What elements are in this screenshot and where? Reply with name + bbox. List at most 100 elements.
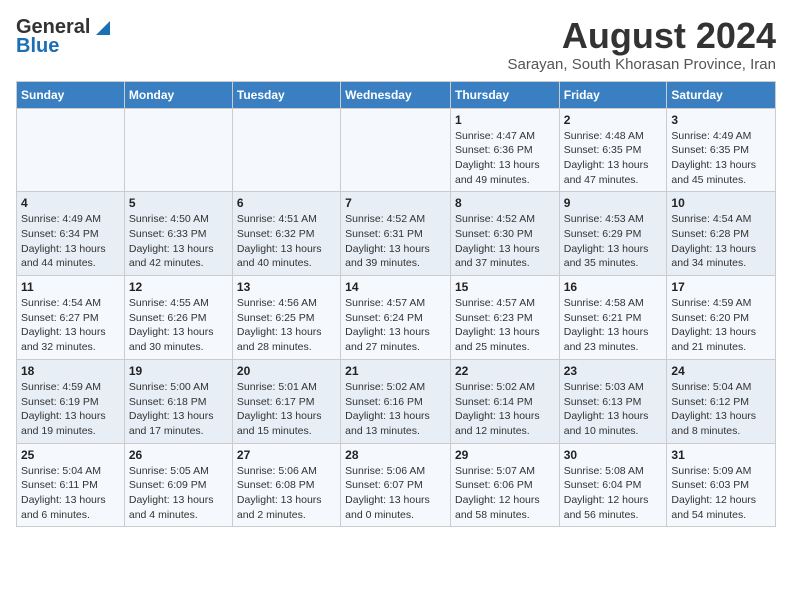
- calendar-cell: 8 Sunrise: 4:52 AM Sunset: 6:30 PM Daylig…: [450, 192, 559, 276]
- day-number: 3: [671, 113, 771, 127]
- calendar-cell: 7 Sunrise: 4:52 AM Sunset: 6:31 PM Daylig…: [341, 192, 451, 276]
- day-number: 31: [671, 448, 771, 462]
- day-detail: Sunrise: 5:00 AM Sunset: 6:18 PM Dayligh…: [129, 380, 228, 439]
- day-number: 17: [671, 280, 771, 294]
- logo-triangle-icon: [92, 19, 110, 37]
- calendar-cell: 28 Sunrise: 5:06 AM Sunset: 6:07 PM Dayli…: [341, 443, 451, 527]
- day-number: 23: [564, 364, 663, 378]
- day-detail: Sunrise: 4:58 AM Sunset: 6:21 PM Dayligh…: [564, 296, 663, 355]
- calendar-cell: 25 Sunrise: 5:04 AM Sunset: 6:11 PM Dayli…: [17, 443, 125, 527]
- day-number: 24: [671, 364, 771, 378]
- calendar-body: 1Sunrise: 4:47 AM Sunset: 6:36 PM Daylig…: [17, 108, 776, 527]
- calendar-cell: [17, 108, 125, 192]
- day-detail: Sunrise: 4:51 AM Sunset: 6:32 PM Dayligh…: [237, 212, 336, 271]
- calendar-table: SundayMondayTuesdayWednesdayThursdayFrid…: [16, 81, 776, 528]
- calendar-cell: 13 Sunrise: 4:56 AM Sunset: 6:25 PM Dayli…: [232, 276, 340, 360]
- calendar-cell: [341, 108, 451, 192]
- day-detail: Sunrise: 4:57 AM Sunset: 6:24 PM Dayligh…: [345, 296, 446, 355]
- day-detail: Sunrise: 4:49 AM Sunset: 6:34 PM Dayligh…: [21, 212, 120, 271]
- day-detail: Sunrise: 5:07 AM Sunset: 6:06 PM Dayligh…: [455, 464, 555, 523]
- calendar-subtitle: Sarayan, South Khorasan Province, Iran: [508, 56, 777, 73]
- calendar-title: August 2024: [508, 16, 777, 56]
- day-detail: Sunrise: 4:50 AM Sunset: 6:33 PM Dayligh…: [129, 212, 228, 271]
- calendar-cell: 12 Sunrise: 4:55 AM Sunset: 6:26 PM Dayli…: [124, 276, 232, 360]
- day-detail: Sunrise: 5:06 AM Sunset: 6:07 PM Dayligh…: [345, 464, 446, 523]
- calendar-cell: 30 Sunrise: 5:08 AM Sunset: 6:04 PM Dayli…: [559, 443, 667, 527]
- day-detail: Sunrise: 5:03 AM Sunset: 6:13 PM Dayligh…: [564, 380, 663, 439]
- calendar-cell: 3 Sunrise: 4:49 AM Sunset: 6:35 PM Daylig…: [667, 108, 776, 192]
- day-detail: Sunrise: 4:52 AM Sunset: 6:30 PM Dayligh…: [455, 212, 555, 271]
- calendar-cell: 14 Sunrise: 4:57 AM Sunset: 6:24 PM Dayli…: [341, 276, 451, 360]
- calendar-week-row: 18Sunrise: 4:59 AM Sunset: 6:19 PM Dayli…: [17, 359, 776, 443]
- day-number: 5: [129, 196, 228, 210]
- day-detail: Sunrise: 4:56 AM Sunset: 6:25 PM Dayligh…: [237, 296, 336, 355]
- day-number: 2: [564, 113, 663, 127]
- weekday-header-row: SundayMondayTuesdayWednesdayThursdayFrid…: [17, 81, 776, 108]
- day-number: 19: [129, 364, 228, 378]
- day-number: 27: [237, 448, 336, 462]
- day-detail: Sunrise: 4:49 AM Sunset: 6:35 PM Dayligh…: [671, 129, 771, 188]
- calendar-cell: 22 Sunrise: 5:02 AM Sunset: 6:14 PM Dayli…: [450, 359, 559, 443]
- day-detail: Sunrise: 5:02 AM Sunset: 6:14 PM Dayligh…: [455, 380, 555, 439]
- day-detail: Sunrise: 4:59 AM Sunset: 6:20 PM Dayligh…: [671, 296, 771, 355]
- day-detail: Sunrise: 5:09 AM Sunset: 6:03 PM Dayligh…: [671, 464, 771, 523]
- day-detail: Sunrise: 5:06 AM Sunset: 6:08 PM Dayligh…: [237, 464, 336, 523]
- day-number: 22: [455, 364, 555, 378]
- weekday-header-tuesday: Tuesday: [232, 81, 340, 108]
- logo: General Blue: [16, 16, 110, 58]
- day-number: 30: [564, 448, 663, 462]
- day-detail: Sunrise: 5:08 AM Sunset: 6:04 PM Dayligh…: [564, 464, 663, 523]
- calendar-cell: 26 Sunrise: 5:05 AM Sunset: 6:09 PM Dayli…: [124, 443, 232, 527]
- day-detail: Sunrise: 5:04 AM Sunset: 6:12 PM Dayligh…: [671, 380, 771, 439]
- day-number: 16: [564, 280, 663, 294]
- day-detail: Sunrise: 5:04 AM Sunset: 6:11 PM Dayligh…: [21, 464, 120, 523]
- calendar-cell: [124, 108, 232, 192]
- calendar-week-row: 11Sunrise: 4:54 AM Sunset: 6:27 PM Dayli…: [17, 276, 776, 360]
- logo-blue-text: Blue: [16, 35, 59, 58]
- day-detail: Sunrise: 5:05 AM Sunset: 6:09 PM Dayligh…: [129, 464, 228, 523]
- page-header: General Blue August 2024 Sarayan, South …: [16, 16, 776, 73]
- calendar-title-area: August 2024 Sarayan, South Khorasan Prov…: [508, 16, 777, 73]
- weekday-header-monday: Monday: [124, 81, 232, 108]
- weekday-header-friday: Friday: [559, 81, 667, 108]
- day-detail: Sunrise: 4:54 AM Sunset: 6:28 PM Dayligh…: [671, 212, 771, 271]
- calendar-cell: [232, 108, 340, 192]
- day-number: 8: [455, 196, 555, 210]
- day-number: 21: [345, 364, 446, 378]
- day-number: 6: [237, 196, 336, 210]
- calendar-cell: 17 Sunrise: 4:59 AM Sunset: 6:20 PM Dayli…: [667, 276, 776, 360]
- calendar-cell: 18Sunrise: 4:59 AM Sunset: 6:19 PM Dayli…: [17, 359, 125, 443]
- day-number: 28: [345, 448, 446, 462]
- day-number: 26: [129, 448, 228, 462]
- calendar-cell: 5 Sunrise: 4:50 AM Sunset: 6:33 PM Daylig…: [124, 192, 232, 276]
- calendar-cell: 21 Sunrise: 5:02 AM Sunset: 6:16 PM Dayli…: [341, 359, 451, 443]
- day-number: 15: [455, 280, 555, 294]
- day-detail: Sunrise: 4:47 AM Sunset: 6:36 PM Dayligh…: [455, 129, 555, 188]
- calendar-cell: 9Sunrise: 4:53 AM Sunset: 6:29 PM Daylig…: [559, 192, 667, 276]
- calendar-cell: 20Sunrise: 5:01 AM Sunset: 6:17 PM Dayli…: [232, 359, 340, 443]
- day-number: 25: [21, 448, 120, 462]
- calendar-cell: 1Sunrise: 4:47 AM Sunset: 6:36 PM Daylig…: [450, 108, 559, 192]
- calendar-week-row: 4 Sunrise: 4:49 AM Sunset: 6:34 PM Daylig…: [17, 192, 776, 276]
- day-number: 13: [237, 280, 336, 294]
- calendar-cell: 27 Sunrise: 5:06 AM Sunset: 6:08 PM Dayli…: [232, 443, 340, 527]
- weekday-header-thursday: Thursday: [450, 81, 559, 108]
- day-number: 18: [21, 364, 120, 378]
- weekday-header-sunday: Sunday: [17, 81, 125, 108]
- calendar-cell: 19 Sunrise: 5:00 AM Sunset: 6:18 PM Dayli…: [124, 359, 232, 443]
- day-detail: Sunrise: 4:52 AM Sunset: 6:31 PM Dayligh…: [345, 212, 446, 271]
- day-detail: Sunrise: 5:02 AM Sunset: 6:16 PM Dayligh…: [345, 380, 446, 439]
- day-number: 4: [21, 196, 120, 210]
- day-number: 12: [129, 280, 228, 294]
- day-number: 29: [455, 448, 555, 462]
- day-detail: Sunrise: 4:55 AM Sunset: 6:26 PM Dayligh…: [129, 296, 228, 355]
- weekday-header-wednesday: Wednesday: [341, 81, 451, 108]
- calendar-cell: 4 Sunrise: 4:49 AM Sunset: 6:34 PM Daylig…: [17, 192, 125, 276]
- calendar-header: SundayMondayTuesdayWednesdayThursdayFrid…: [17, 81, 776, 108]
- calendar-cell: 16 Sunrise: 4:58 AM Sunset: 6:21 PM Dayli…: [559, 276, 667, 360]
- day-detail: Sunrise: 4:54 AM Sunset: 6:27 PM Dayligh…: [21, 296, 120, 355]
- day-number: 7: [345, 196, 446, 210]
- day-detail: Sunrise: 4:48 AM Sunset: 6:35 PM Dayligh…: [564, 129, 663, 188]
- day-number: 14: [345, 280, 446, 294]
- day-detail: Sunrise: 4:53 AM Sunset: 6:29 PM Dayligh…: [564, 212, 663, 271]
